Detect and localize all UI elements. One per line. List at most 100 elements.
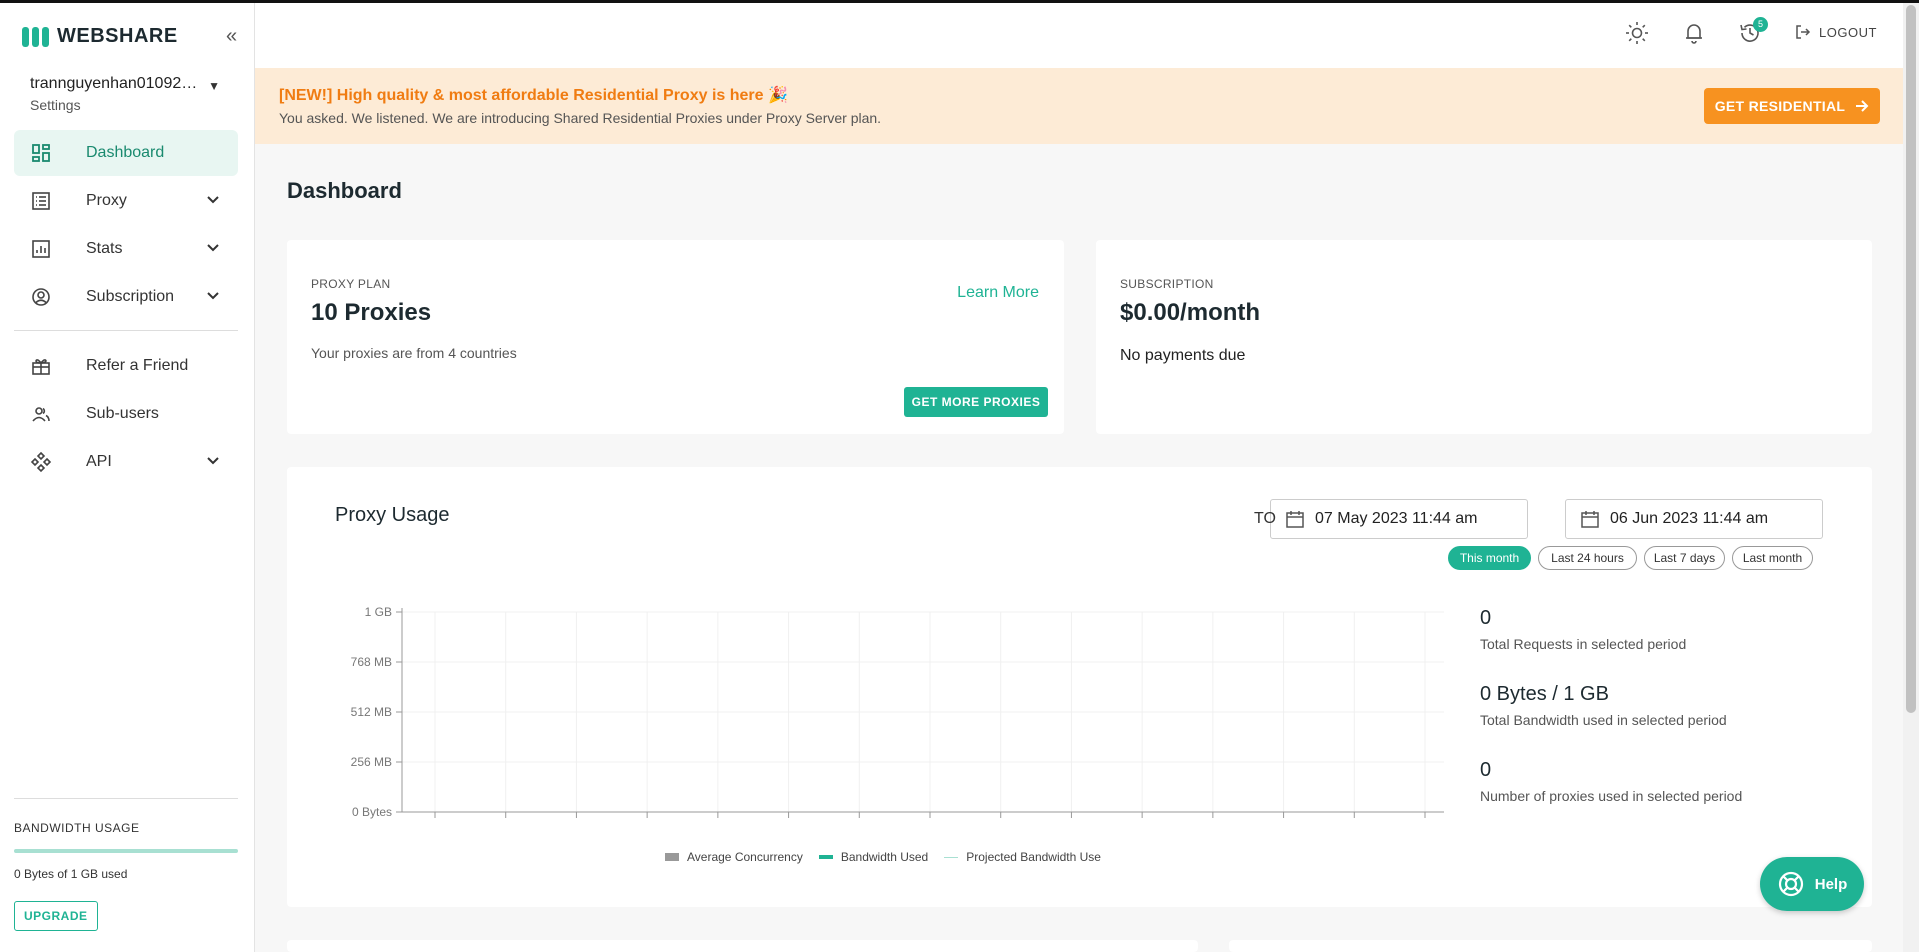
sidebar-item-refer[interactable]: Refer a Friend xyxy=(14,343,238,389)
brand-name: WEBSHARE xyxy=(57,25,178,47)
range-chip-this-month[interactable]: This month xyxy=(1448,546,1531,570)
chevron-down-icon xyxy=(206,193,220,212)
notifications-bell-icon[interactable] xyxy=(1681,20,1707,46)
help-button[interactable]: Help xyxy=(1760,857,1864,911)
sidebar-item-proxy[interactable]: Proxy xyxy=(14,178,238,224)
range-chip-last-24-hours[interactable]: Last 24 hours xyxy=(1538,546,1637,570)
legend-swatch-projected xyxy=(944,856,959,858)
subscription-value: $0.00/month xyxy=(1120,299,1261,326)
get-more-proxies-button[interactable]: GET MORE PROXIES xyxy=(904,387,1048,417)
x-axis-tick-label: May 22 xyxy=(910,825,950,827)
get-residential-button[interactable]: GET RESIDENTIAL xyxy=(1704,88,1880,124)
subscription-description: No payments due xyxy=(1120,347,1246,364)
page-title: Dashboard xyxy=(287,178,402,203)
theme-toggle-sun-icon[interactable] xyxy=(1624,20,1650,46)
nav-divider xyxy=(14,330,238,331)
range-chip-last-7-days[interactable]: Last 7 days xyxy=(1644,546,1725,570)
logo-icon xyxy=(22,26,49,47)
sidebar-nav: Dashboard Proxy Stats Subscription Refer… xyxy=(14,130,238,487)
sidebar-item-subscription[interactable]: Subscription xyxy=(14,274,238,320)
proxy-plan-card: PROXY PLAN 10 Proxies Your proxies are f… xyxy=(287,240,1064,434)
sidebar-item-dashboard[interactable]: Dashboard xyxy=(14,130,238,176)
api-icon xyxy=(30,451,52,473)
total-requests-value: 0 xyxy=(1480,607,1492,629)
proxy-plan-value: 10 Proxies xyxy=(311,299,432,326)
help-label: Help xyxy=(1814,875,1848,893)
proxy-plan-label: PROXY PLAN xyxy=(311,277,391,291)
proxies-used-label: Number of proxies used in selected perio… xyxy=(1480,788,1743,804)
total-bandwidth-label: Total Bandwidth used in selected period xyxy=(1480,712,1727,728)
user-settings-link[interactable]: Settings xyxy=(30,97,220,113)
bandwidth-usage-panel: BANDWIDTH USAGE 0 Bytes of 1 GB used UPG… xyxy=(14,798,238,931)
lifebuoy-icon xyxy=(1778,871,1803,897)
get-residential-label: GET RESIDENTIAL xyxy=(1714,98,1846,114)
date-to-input[interactable]: 06 Jun 2023 11:44 am xyxy=(1565,499,1823,539)
legend-label: Projected Bandwidth Use xyxy=(966,850,1101,864)
x-axis-tick-label: May 16 xyxy=(698,825,738,827)
x-axis-tick-label: May 28 xyxy=(1122,825,1162,827)
banner-subtitle: You asked. We listened. We are introduci… xyxy=(279,110,882,126)
x-axis-tick-label: May 18 xyxy=(769,825,809,827)
legend-label: Bandwidth Used xyxy=(840,850,929,864)
x-axis-tick-label: May 10 xyxy=(486,825,526,827)
collapse-sidebar-icon[interactable]: « xyxy=(226,25,237,48)
sidebar-item-label: Stats xyxy=(86,240,123,257)
y-axis-tick-label: 256 MB xyxy=(351,755,392,769)
logout-button[interactable]: LOGOUT xyxy=(1795,24,1877,40)
upgrade-button[interactable]: UPGRADE xyxy=(14,901,98,931)
brand-logo[interactable]: WEBSHARE xyxy=(22,25,178,48)
bandwidth-usage-title: BANDWIDTH USAGE xyxy=(14,821,140,835)
list-icon xyxy=(30,190,52,212)
history-count-badge: 5 xyxy=(1753,17,1768,32)
arrow-right-icon xyxy=(1856,100,1869,112)
total-requests-label: Total Requests in selected period xyxy=(1480,636,1687,652)
sidebar-item-subusers[interactable]: Sub-users xyxy=(14,391,238,437)
x-axis-tick-label: May 14 xyxy=(627,825,667,827)
legend-swatch-concurrency xyxy=(665,853,679,861)
account-circle-icon xyxy=(30,286,52,308)
x-axis-tick-label: Jun 01 xyxy=(1266,825,1302,827)
sidebar-item-label: Refer a Friend xyxy=(86,357,189,374)
y-axis-tick-label: 0 Bytes xyxy=(352,805,392,819)
banner-title: [NEW!] High quality & most affordable Re… xyxy=(279,87,788,104)
y-axis-tick-label: 512 MB xyxy=(351,705,392,719)
user-name: trannguyenhan01092… xyxy=(30,75,198,92)
chevron-down-icon xyxy=(206,241,220,260)
sidebar-item-stats[interactable]: Stats xyxy=(14,226,238,272)
top-bar xyxy=(255,3,1903,68)
x-axis-tick-label: May 30 xyxy=(1193,825,1233,827)
sidebar-item-api[interactable]: API xyxy=(14,439,238,485)
page-scrollbar[interactable] xyxy=(1903,3,1919,952)
bottom-card-left xyxy=(287,940,1198,952)
range-chip-last-month[interactable]: Last month xyxy=(1732,546,1813,570)
scrollbar-thumb[interactable] xyxy=(1906,5,1916,713)
total-bandwidth-value: 0 Bytes / 1 GB xyxy=(1480,683,1609,705)
legend-swatch-bandwidth xyxy=(818,855,833,859)
sidebar: WEBSHARE « trannguyenhan01092… ▼ Setting… xyxy=(0,3,255,952)
chevron-down-icon xyxy=(206,289,220,308)
learn-more-link[interactable]: Learn More xyxy=(957,284,1039,302)
chevron-down-icon xyxy=(206,454,220,473)
sidebar-item-label: Subscription xyxy=(86,288,175,305)
date-to-value: 06 Jun 2023 11:44 am xyxy=(1610,510,1769,527)
sidebar-item-label: Dashboard xyxy=(86,144,165,161)
x-axis-tick-label: May 08 xyxy=(415,825,455,827)
x-axis-tick-label: May 24 xyxy=(981,825,1021,827)
user-menu[interactable]: trannguyenhan01092… ▼ Settings xyxy=(30,75,220,113)
subscription-label: SUBSCRIPTION xyxy=(1120,277,1214,291)
proxy-usage-card: Proxy Usage 07 May 2023 11:44 am TO 06 J… xyxy=(287,467,1872,907)
sidebar-item-label: Proxy xyxy=(86,192,127,209)
bottom-card-right xyxy=(1229,940,1872,952)
users-icon xyxy=(30,403,52,425)
x-axis-tick-label: Jun 03 xyxy=(1336,825,1372,827)
logout-label: LOGOUT xyxy=(1819,24,1877,40)
y-axis-tick-label: 1 GB xyxy=(365,605,392,619)
x-axis-tick-label: May 20 xyxy=(840,825,880,827)
y-axis-tick-label: 768 MB xyxy=(351,655,392,669)
chart-legend: Average Concurrency Bandwidth Used Proje… xyxy=(665,850,1101,864)
subscription-card: SUBSCRIPTION $0.00/month No payments due xyxy=(1096,240,1872,434)
calendar-icon xyxy=(1581,511,1599,528)
caret-down-icon: ▼ xyxy=(208,79,220,93)
bandwidth-usage-text: 0 Bytes of 1 GB used xyxy=(14,867,128,881)
gift-icon xyxy=(30,355,52,377)
